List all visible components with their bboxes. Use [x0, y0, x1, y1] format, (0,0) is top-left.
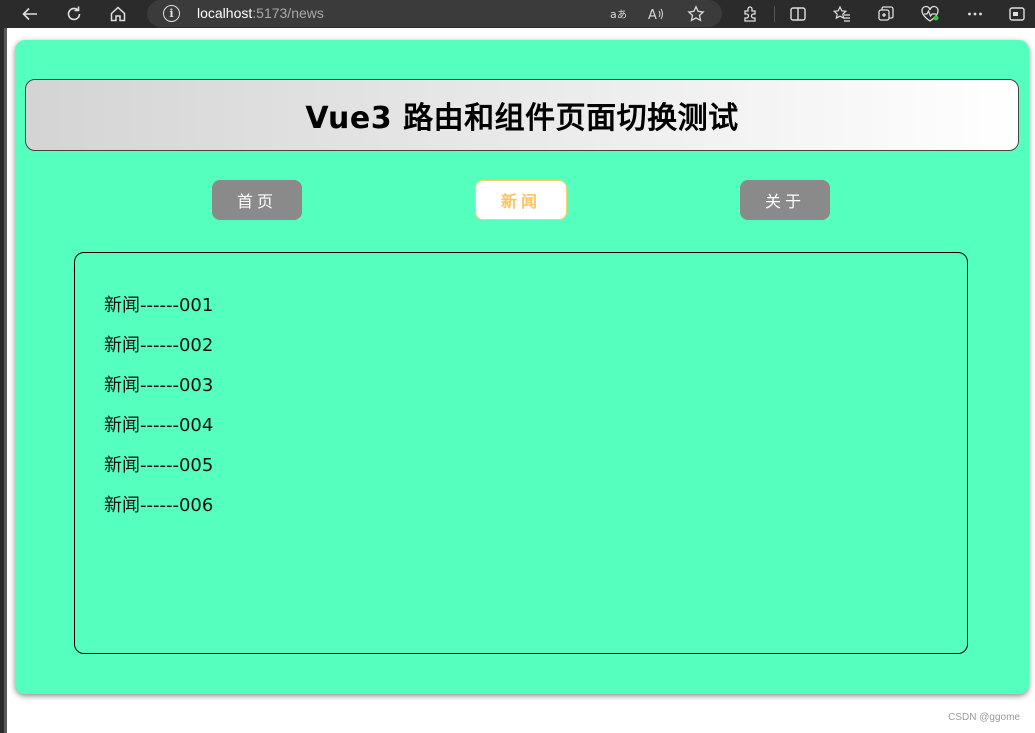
svg-text:あ: あ: [617, 9, 627, 21]
news-item[interactable]: 新闻------006: [104, 491, 213, 531]
nav-button-news[interactable]: 新闻: [475, 180, 567, 220]
browser-toolbar: i localhost:5173/news aあ A: [0, 0, 1035, 28]
news-list: 新闻------001 新闻------002 新闻------003 新闻--…: [104, 291, 213, 531]
performance-heart-icon[interactable]: [918, 2, 942, 26]
title-bar: Vue3 路由和组件页面切换测试: [25, 79, 1019, 151]
news-item[interactable]: 新闻------001: [104, 291, 213, 331]
extensions-icon[interactable]: [739, 2, 763, 26]
split-screen-icon[interactable]: [786, 2, 810, 26]
more-options-icon[interactable]: [963, 2, 987, 26]
news-item[interactable]: 新闻------005: [104, 451, 213, 491]
site-info-icon[interactable]: i: [163, 5, 180, 22]
refresh-icon[interactable]: [62, 2, 86, 26]
url-path: :5173/news: [252, 5, 324, 21]
translate-icon[interactable]: aあ: [607, 3, 629, 25]
nav-button-home[interactable]: 首页: [212, 180, 302, 220]
home-icon[interactable]: [106, 2, 130, 26]
url-host: localhost: [197, 5, 253, 21]
url-text[interactable]: localhost:5173/news: [197, 5, 324, 21]
back-icon[interactable]: [18, 2, 42, 26]
nav-button-about[interactable]: 关于: [740, 180, 830, 220]
toolbar-separator: [774, 6, 775, 22]
news-item[interactable]: 新闻------003: [104, 371, 213, 411]
favorite-star-icon[interactable]: [685, 3, 707, 25]
app-container: Vue3 路由和组件页面切换测试 首页 新闻 关于 新闻------001 新闻…: [15, 40, 1029, 694]
page-title: Vue3 路由和组件页面切换测试: [305, 101, 739, 136]
news-item[interactable]: 新闻------004: [104, 411, 213, 451]
news-item[interactable]: 新闻------002: [104, 331, 213, 371]
read-aloud-icon[interactable]: A: [645, 3, 667, 25]
address-bar[interactable]: i localhost:5173/news aあ A: [147, 0, 722, 27]
watermark: CSDN @ggome: [948, 712, 1020, 723]
sidebar-toggle-icon[interactable]: [1005, 2, 1029, 26]
favorites-icon[interactable]: [830, 2, 854, 26]
svg-text:a: a: [610, 8, 617, 21]
svg-text:A: A: [648, 8, 657, 22]
collections-icon[interactable]: [874, 2, 898, 26]
news-panel: 新闻------001 新闻------002 新闻------003 新闻--…: [74, 252, 968, 654]
